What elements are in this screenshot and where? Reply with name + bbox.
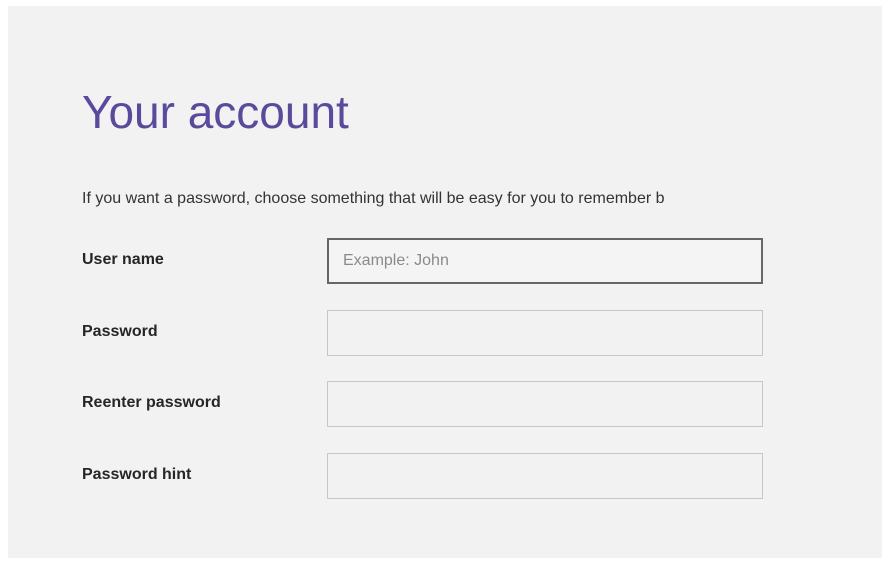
password-hint-label: Password hint — [82, 466, 192, 483]
password-hint-row: Password hint — [82, 453, 782, 499]
reenter-password-row: Reenter password — [82, 381, 782, 427]
reenter-password-input[interactable] — [327, 381, 763, 427]
password-hint-input[interactable] — [327, 453, 763, 499]
password-row: Password — [82, 310, 782, 356]
username-row: User name — [82, 238, 782, 284]
password-input[interactable] — [327, 310, 763, 356]
account-panel: Your account If you want a password, cho… — [8, 6, 882, 558]
page-description: If you want a password, choose something… — [82, 190, 665, 207]
username-label: User name — [82, 251, 164, 268]
reenter-password-label: Reenter password — [82, 394, 221, 411]
page-title: Your account — [82, 86, 349, 138]
username-input[interactable] — [327, 238, 763, 284]
password-label: Password — [82, 323, 158, 340]
